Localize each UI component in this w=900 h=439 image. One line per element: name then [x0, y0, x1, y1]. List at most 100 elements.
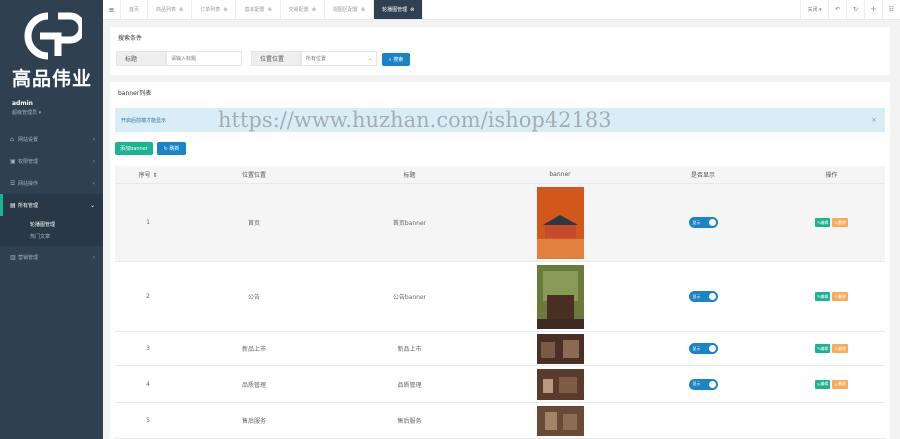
cell-banner	[492, 403, 628, 438]
edit-button[interactable]: ✎ 编辑	[815, 218, 831, 227]
position-select[interactable]: 所有位置 ⌄	[301, 51, 377, 66]
close-icon[interactable]: ×	[871, 116, 877, 124]
tab-trade-config[interactable]: 交易配置 ⊗	[281, 0, 325, 19]
banner-thumbnail[interactable]	[536, 333, 584, 364]
user-role[interactable]: 超级管理员 ▾	[12, 109, 41, 116]
cell-id: 5	[146, 417, 150, 424]
cell-banner	[492, 366, 628, 402]
visibility-toggle[interactable]: 显示	[688, 343, 718, 354]
delete-button-label: 删除	[837, 345, 846, 351]
tab-basic-config[interactable]: 基本配置 ⊗	[236, 0, 281, 19]
sidebar-item-label: 网站设置	[18, 136, 39, 143]
tab-label: 视图区配置	[332, 7, 358, 13]
delete-button[interactable]: ⚠ 删除	[832, 218, 848, 227]
banner-thumbnail[interactable]	[536, 264, 584, 329]
cell-position: 售后服务	[241, 418, 266, 425]
close-tab-icon[interactable]: ⊗	[179, 7, 183, 13]
cell-position: 品质管理	[241, 381, 266, 389]
edit-button-label: 编辑	[820, 219, 829, 225]
title-search-input[interactable]: 请输入标题	[166, 51, 242, 66]
tab-label: 商品列表	[156, 7, 177, 13]
column-header-banner: banner	[492, 166, 628, 184]
table-row: 5 售后服务 售后服务	[115, 403, 885, 439]
toggle-label: 显示	[692, 381, 701, 386]
chevron-left-icon: ‹	[92, 179, 95, 187]
toggle-label: 显示	[692, 219, 701, 225]
refresh-button[interactable]: ↻ 刷新	[157, 142, 186, 155]
position-label: 位置位置	[251, 51, 301, 66]
cell-title: 公告banner	[392, 294, 427, 301]
menu-toggle-icon[interactable]: ≡	[103, 0, 121, 19]
plus-icon[interactable]: ✛	[864, 0, 882, 19]
table-row: 3 新品上市 新品上市 显示 ✎ 编辑 ⚠ 删除	[115, 332, 885, 366]
alert-text: 开启后前端才能显示	[121, 117, 167, 124]
refresh-button-label: 刷新	[169, 146, 180, 152]
user-name: admin	[12, 100, 33, 107]
delete-button[interactable]: ⚠ 删除	[832, 379, 848, 389]
cell-actions: ✎ 编辑 ⚠ 删除	[778, 262, 885, 331]
sidebar: 高品伟业 admin 超级管理员 ▾ ⌂ 网站设置 ‹ ▣ 权限管理 ‹ ☰ 网…	[0, 0, 103, 439]
table-row: 1 首页 首页banner 显示 ✎ 编辑 ⚠ 删除	[115, 184, 885, 262]
sidebar-subitem-articles[interactable]: 热门文章	[0, 230, 103, 242]
user-profile[interactable]: admin 超级管理员 ▾	[12, 100, 41, 116]
toggle-label: 显示	[692, 293, 701, 299]
search-button[interactable]: ⌕ 搜索	[382, 53, 410, 66]
cell-title: 首页banner	[392, 220, 427, 227]
tab-products[interactable]: 商品列表 ⊗	[148, 0, 193, 19]
cell-position: 新品上市	[241, 346, 266, 353]
visibility-toggle[interactable]: 显示	[688, 291, 718, 302]
edit-button[interactable]: ✎ 编辑	[815, 292, 831, 301]
cell-id: 4	[146, 380, 150, 388]
sidebar-item-management[interactable]: ▤ 所有管理 ⌄	[0, 194, 103, 216]
cell-title: 售后服务	[397, 418, 422, 425]
delete-button-label: 删除	[837, 219, 846, 225]
delete-button-label: 删除	[837, 293, 846, 299]
tab-view-config[interactable]: 视图区配置 ⊗	[325, 0, 375, 19]
close-tabs-dropdown[interactable]: 关闭 ▾	[800, 0, 828, 19]
banner-thumbnail[interactable]	[536, 405, 584, 436]
cell-actions: ✎ 编辑 ⚠ 删除	[778, 366, 885, 402]
logo-icon	[24, 12, 82, 60]
chevron-left-icon: ‹	[92, 253, 95, 261]
sidebar-item-label: 营销管理	[18, 254, 39, 261]
visibility-toggle[interactable]: 显示	[688, 217, 718, 228]
close-tab-icon[interactable]: ⊗	[361, 7, 365, 13]
chevron-down-icon: ⌄	[89, 201, 95, 209]
close-tab-icon[interactable]: ⊗	[223, 7, 227, 13]
column-header-position: 位置位置	[181, 166, 327, 184]
toggle-label: 显示	[692, 345, 701, 351]
close-tab-icon[interactable]: ⊗	[410, 7, 414, 13]
sidebar-item-permissions[interactable]: ▣ 权限管理 ‹	[0, 150, 103, 172]
back-icon[interactable]: ↶	[828, 0, 846, 19]
cell-id: 2	[146, 293, 150, 300]
users-icon: ▣	[10, 157, 16, 165]
close-tab-icon[interactable]: ⊗	[312, 7, 316, 13]
chart-icon: ▥	[10, 253, 16, 261]
delete-button[interactable]: ⚠ 删除	[832, 344, 848, 353]
tab-label: 基本配置	[244, 7, 265, 13]
sidebar-subitem-banner[interactable]: 轮播图管理	[0, 218, 103, 230]
add-banner-button[interactable]: 添加banner	[115, 142, 153, 155]
banner-thumbnail[interactable]	[536, 186, 584, 259]
sidebar-item-label: 网站操作	[18, 180, 39, 187]
column-header-id[interactable]: 序号 ⇕	[115, 166, 181, 184]
cell-banner	[492, 184, 628, 261]
refresh-icon[interactable]: ↻	[846, 0, 864, 19]
fullscreen-icon[interactable]: ☷	[882, 0, 900, 19]
tab-home[interactable]: 首页	[121, 0, 149, 19]
logo-text: 高品伟业	[12, 68, 93, 90]
edit-button[interactable]: ✎ 编辑	[815, 379, 831, 389]
delete-button[interactable]: ⚠ 删除	[832, 292, 848, 301]
tab-banner[interactable]: 轮播图管理 ⊗	[374, 0, 424, 19]
visibility-toggle[interactable]: 显示	[688, 378, 718, 390]
banner-thumbnail[interactable]	[536, 368, 584, 400]
sidebar-item-site-settings[interactable]: ⌂ 网站设置 ‹	[0, 128, 103, 150]
cog-icon: ☰	[10, 179, 16, 187]
tab-orders[interactable]: 订单列表 ⊗	[192, 0, 237, 19]
sidebar-item-marketing[interactable]: ▥ 营销管理 ‹	[0, 246, 103, 268]
tab-label: 轮播图管理	[382, 7, 408, 13]
close-tab-icon[interactable]: ⊗	[267, 7, 271, 13]
sidebar-item-site-ops[interactable]: ☰ 网站操作 ‹	[0, 172, 103, 194]
edit-button-label: 编辑	[820, 345, 829, 351]
edit-button[interactable]: ✎ 编辑	[815, 344, 831, 353]
